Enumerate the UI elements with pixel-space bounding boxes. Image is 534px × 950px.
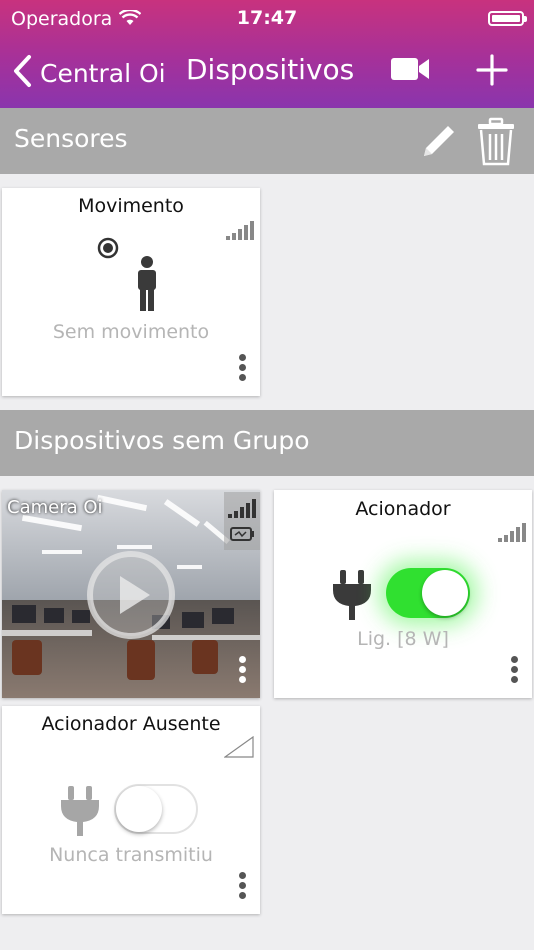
power-toggle[interactable] bbox=[386, 568, 470, 618]
power-toggle[interactable] bbox=[114, 784, 198, 834]
device-card-acionador[interactable]: Acionador Lig. [8 W] bbox=[274, 490, 532, 698]
card-title: Acionador Ausente bbox=[41, 713, 221, 735]
section-title: Sensores bbox=[14, 124, 128, 153]
video-camera-icon[interactable] bbox=[390, 56, 430, 86]
card-status: Sem movimento bbox=[52, 321, 210, 343]
section-title: Dispositivos sem Grupo bbox=[14, 426, 310, 455]
status-bar: Operadora 17:47 bbox=[0, 6, 534, 32]
app-header: Operadora 17:47 Central Oi Dispositivos bbox=[0, 0, 534, 108]
motion-indicator-icon bbox=[96, 236, 120, 264]
more-menu-icon[interactable] bbox=[239, 872, 247, 902]
trash-icon[interactable] bbox=[476, 117, 516, 171]
card-title: Acionador bbox=[355, 498, 451, 520]
battery-icon bbox=[488, 11, 527, 26]
clock: 17:47 bbox=[236, 7, 298, 29]
card-status: Lig. [8 W] bbox=[357, 628, 449, 650]
signal-icon bbox=[226, 220, 254, 244]
signal-icon bbox=[228, 498, 256, 522]
more-menu-icon[interactable] bbox=[511, 656, 519, 686]
page-title: Dispositivos bbox=[186, 53, 355, 86]
device-card-camera[interactable]: Camera Oi bbox=[2, 490, 260, 698]
play-icon[interactable] bbox=[86, 550, 176, 644]
plus-icon[interactable] bbox=[476, 54, 508, 90]
person-icon bbox=[135, 256, 159, 316]
signal-icon bbox=[223, 735, 254, 762]
plug-icon bbox=[59, 786, 101, 840]
sensor-card-movimento[interactable]: Movimento Sem movimento bbox=[2, 188, 260, 396]
signal-icon bbox=[498, 522, 526, 546]
card-title: Camera Oi bbox=[7, 497, 103, 518]
card-status: Nunca transmitiu bbox=[49, 844, 213, 866]
section-header-dispositivos-sem-grupo: Dispositivos sem Grupo bbox=[0, 410, 534, 476]
back-label: Central Oi bbox=[40, 58, 166, 88]
device-card-acionador-ausente[interactable]: Acionador Ausente Nunca transmitiu bbox=[2, 706, 260, 914]
more-menu-icon[interactable] bbox=[239, 656, 247, 686]
pencil-icon[interactable] bbox=[416, 120, 460, 168]
battery-icon bbox=[230, 526, 256, 546]
more-menu-icon[interactable] bbox=[239, 354, 247, 384]
card-title: Movimento bbox=[78, 195, 184, 217]
navigation-bar: Central Oi Dispositivos bbox=[0, 50, 534, 94]
back-button[interactable]: Central Oi bbox=[12, 54, 166, 92]
back-chevron-icon bbox=[12, 54, 32, 92]
plug-icon bbox=[331, 570, 373, 624]
section-header-sensores: Sensores bbox=[0, 108, 534, 174]
